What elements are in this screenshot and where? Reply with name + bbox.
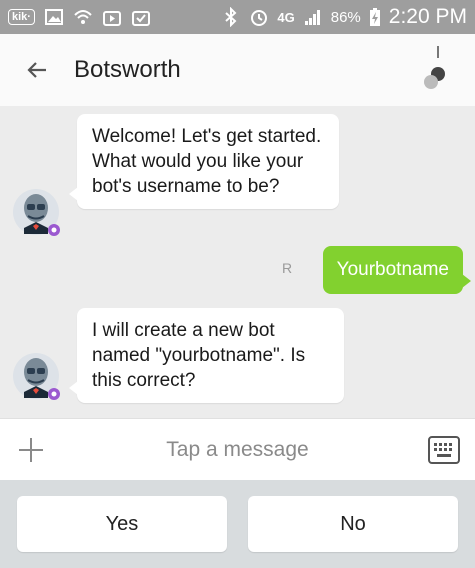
- keyboard-icon: [428, 435, 460, 464]
- bot-message: Welcome! Let's get started. What would y…: [69, 114, 339, 209]
- attach-button[interactable]: [0, 419, 62, 481]
- no-button[interactable]: No: [248, 496, 458, 552]
- download-bag-icon: [131, 11, 150, 26]
- chat-header: Botsworth: [0, 34, 475, 106]
- notification-icons: kik·: [8, 7, 151, 27]
- bot-avatar[interactable]: [12, 352, 62, 402]
- system-status: 4G 86% 2:20 PM: [221, 5, 467, 29]
- signal-icon: [304, 10, 320, 25]
- back-button[interactable]: [0, 34, 74, 106]
- message-composer: [0, 418, 475, 480]
- play-store-icon: [102, 11, 121, 26]
- bot-profile-icon[interactable]: [421, 44, 451, 96]
- read-receipt: R: [282, 260, 293, 276]
- chat-title: Botsworth: [74, 56, 181, 83]
- arrow-left-icon: [27, 62, 46, 78]
- image-icon: [44, 9, 63, 25]
- plus-icon: [19, 437, 43, 462]
- yes-button[interactable]: Yes: [17, 496, 227, 552]
- message-text: I will create a new bot named "yourbotna…: [92, 320, 306, 391]
- message-input[interactable]: [62, 429, 413, 470]
- conversation-area: Welcome! Let's get started. What would y…: [0, 106, 475, 418]
- message-text: Welcome! Let's get started. What would y…: [92, 126, 322, 197]
- battery-percent: 86%: [330, 8, 361, 26]
- keyboard-button[interactable]: [413, 419, 475, 481]
- bluetooth-icon: [225, 7, 237, 27]
- message-text: Yourbotname: [336, 259, 449, 280]
- suggested-responses: Yes No: [0, 480, 475, 568]
- status-bar: kik· 4G 86% 2:20 PM: [0, 0, 475, 34]
- status-time: 2:20 PM: [388, 5, 467, 28]
- kik-app-badge: kik·: [8, 9, 35, 25]
- network-type: 4G: [277, 9, 295, 25]
- bot-avatar[interactable]: [12, 188, 62, 238]
- wifi-call-icon: [74, 10, 92, 24]
- user-message: Yourbotname: [322, 246, 472, 294]
- bot-message: I will create a new bot named "yourbotna…: [69, 308, 344, 403]
- battery-charging-icon: [369, 8, 380, 26]
- alarm-icon: [251, 10, 268, 26]
